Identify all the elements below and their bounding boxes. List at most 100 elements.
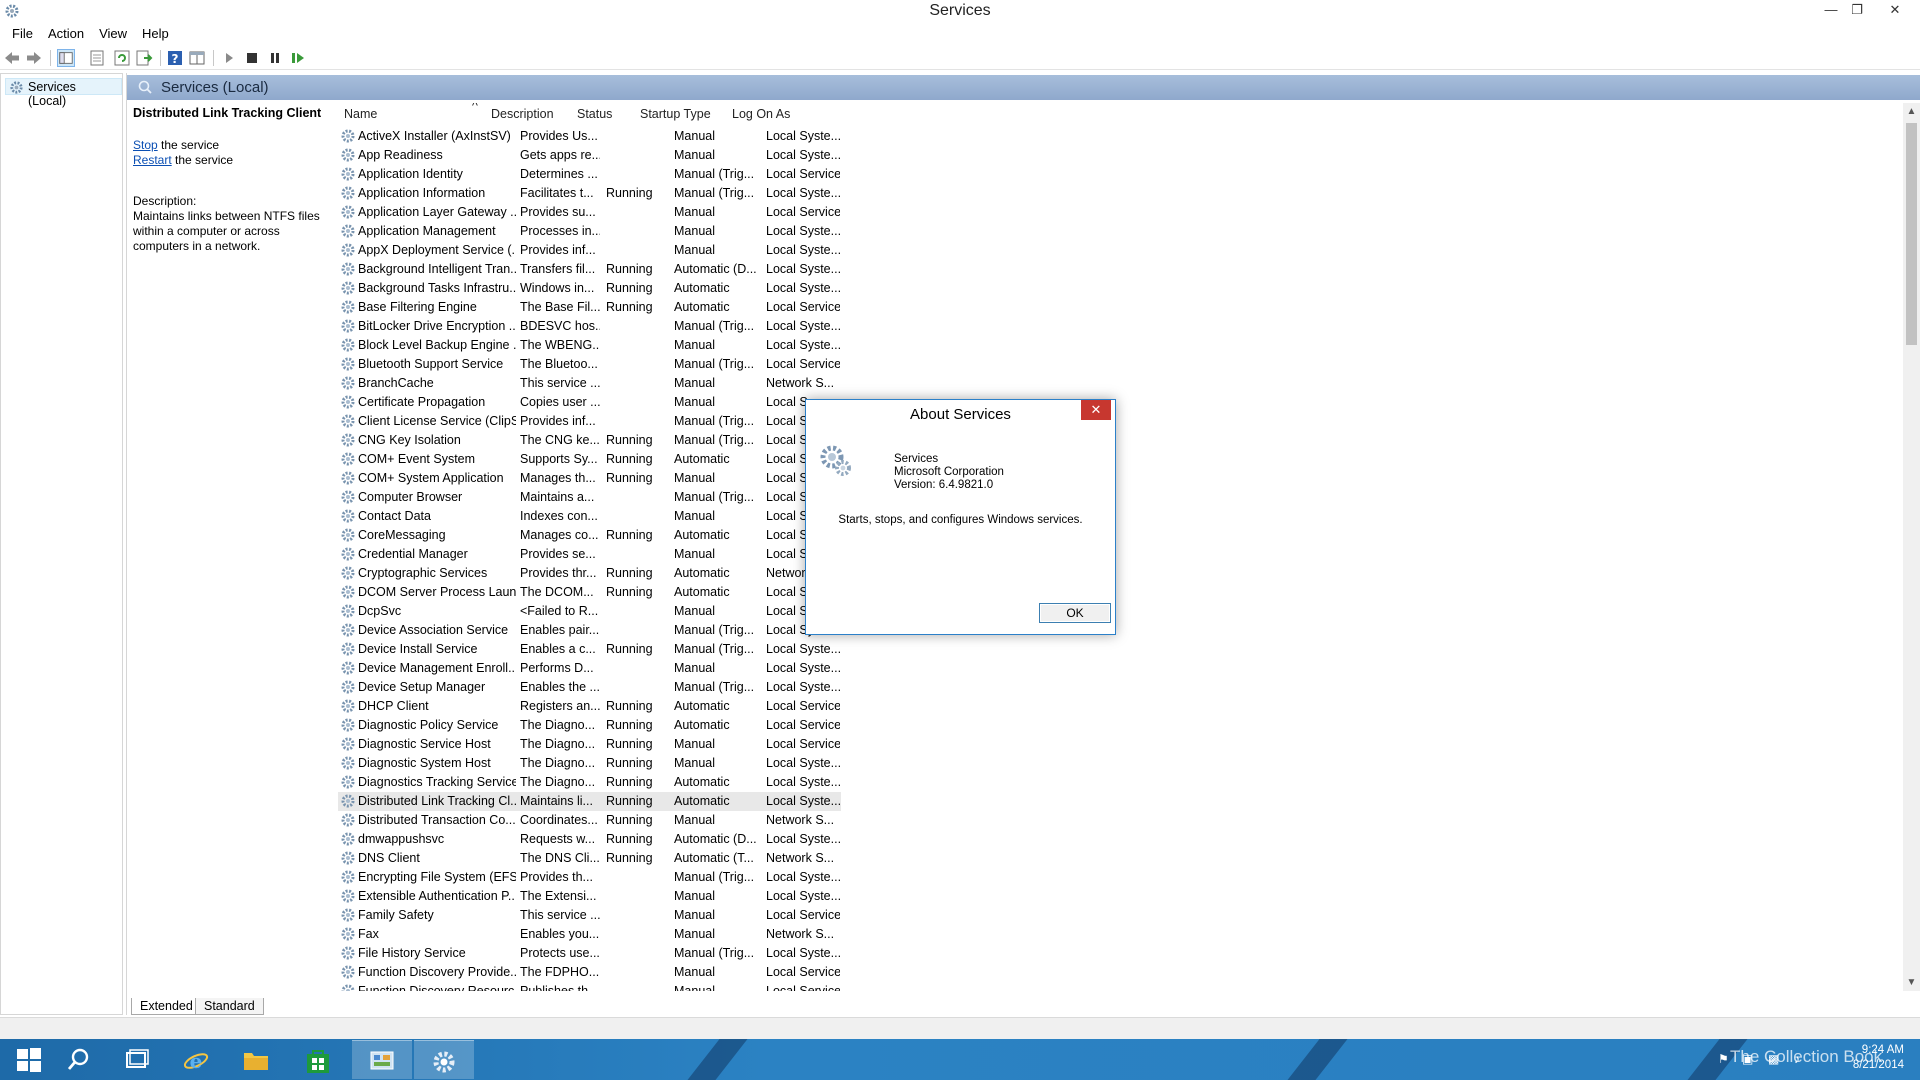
column-header-status[interactable]: Status (577, 107, 612, 121)
service-row[interactable]: DcpSvc <Failed to R... Manual Local Sy (338, 602, 841, 621)
menu-help[interactable]: Help (134, 24, 176, 41)
tab-extended[interactable]: Extended (131, 998, 202, 1015)
column-header-name[interactable]: Name (344, 107, 377, 121)
service-row[interactable]: Device Association Service Enables pair..… (338, 621, 841, 640)
service-row[interactable]: Device Management Enroll... Performs D...… (338, 659, 841, 678)
stop-service-link[interactable]: Stop (133, 138, 158, 152)
menu-view[interactable]: View (91, 24, 134, 41)
service-row[interactable]: App Readiness Gets apps re... Manual Local … (338, 146, 841, 165)
service-row[interactable]: Cryptographic Services Provides thr... Run… (338, 564, 841, 583)
service-row[interactable]: Diagnostic Service Host The Diagno... Runn… (338, 735, 841, 754)
service-name: Background Tasks Infrastru... (358, 281, 516, 295)
service-name: Function Discovery Provide... (358, 965, 516, 979)
service-row[interactable]: Certificate Propagation Copies user ... Ma… (338, 393, 841, 412)
show-hide-pane-icon[interactable] (188, 49, 206, 67)
service-row[interactable]: ActiveX Installer (AxInstSV) Provides Us.… (338, 127, 841, 146)
start-service-icon[interactable] (220, 49, 238, 67)
service-row[interactable]: Fax Enables you... Manual Network S... (338, 925, 841, 944)
column-header-description[interactable]: Description (491, 107, 554, 121)
service-row[interactable]: Distributed Transaction Co... Coordinates… (338, 811, 841, 830)
service-row[interactable]: COM+ System Application Manages th... Runn… (338, 469, 841, 488)
service-row[interactable]: Diagnostic System Host The Diagno... Runni… (338, 754, 841, 773)
service-row[interactable]: AppX Deployment Service (... Provides inf… (338, 241, 841, 260)
restart-service-icon[interactable] (289, 49, 307, 67)
service-row[interactable]: Device Setup Manager Enables the ... Manua… (338, 678, 841, 697)
column-header-startup-type[interactable]: Startup Type (640, 107, 711, 121)
scrollbar-thumb[interactable] (1906, 123, 1917, 345)
service-row[interactable]: Block Level Backup Engine ... The WBENG..… (338, 336, 841, 355)
taskbar-control-panel[interactable] (352, 1040, 412, 1079)
service-row[interactable]: Diagnostics Tracking Service The Diagno..… (338, 773, 841, 792)
task-view-button[interactable] (108, 1040, 168, 1079)
service-row[interactable]: DNS Client The DNS Cli... Running Automatic… (338, 849, 841, 868)
export-list-icon[interactable] (135, 49, 153, 67)
service-row[interactable]: Background Tasks Infrastru... Windows in.… (338, 279, 841, 298)
service-row[interactable]: Application Information Facilitates t... R… (338, 184, 841, 203)
vertical-scrollbar[interactable]: ▲ ▼ (1903, 103, 1920, 991)
service-row[interactable]: Family Safety This service ... Manual Local… (338, 906, 841, 925)
stop-service-icon[interactable] (243, 49, 261, 67)
ok-button[interactable]: OK (1039, 603, 1111, 623)
service-row[interactable]: DCOM Server Process Laun... The DCOM... Ru… (338, 583, 841, 602)
service-description: Enables you... (520, 927, 600, 941)
taskbar-search-button[interactable] (50, 1040, 110, 1079)
help-icon[interactable]: ? (166, 49, 184, 67)
service-row[interactable]: Base Filtering Engine The Base Fil... Runn… (338, 298, 841, 317)
service-row[interactable]: Contact Data Indexes con... Manual Local Sy (338, 507, 841, 526)
scroll-down-arrow-icon[interactable]: ▼ (1903, 974, 1920, 991)
service-row[interactable]: Distributed Link Tracking Cl... Maintains… (338, 792, 841, 811)
service-row[interactable]: Function Discovery Provide... The FDPHO..… (338, 963, 841, 982)
taskbar-services[interactable] (414, 1040, 474, 1079)
toolbar-separator (50, 50, 51, 66)
service-log-on-as: Local Syste... (766, 756, 840, 770)
back-arrow-icon[interactable] (3, 49, 21, 67)
restore-button[interactable]: ❐ (1844, 0, 1870, 20)
column-header-log-on-as[interactable]: Log On As (732, 107, 790, 121)
tree-node-services-local[interactable]: Services (Local) (5, 78, 122, 108)
service-row[interactable]: Credential Manager Provides se... Manual Lo… (338, 545, 841, 564)
tray-volume-icon[interactable]: ♪ (1794, 1052, 1800, 1066)
service-row[interactable]: Bluetooth Support Service The Bluetoo... M… (338, 355, 841, 374)
service-row[interactable]: Computer Browser Maintains a... Manual (Tr… (338, 488, 841, 507)
taskbar-store[interactable] (288, 1040, 348, 1079)
minimize-button[interactable]: — (1818, 0, 1844, 20)
tray-network-icon[interactable]: ▣ (1742, 1052, 1753, 1066)
service-row[interactable]: dmwappushsvc Requests w... Running Automati… (338, 830, 841, 849)
pause-service-icon[interactable] (266, 49, 284, 67)
service-row[interactable]: BitLocker Drive Encryption ... BDESVC hos… (338, 317, 841, 336)
service-row[interactable]: Function Discovery Resourc... Publishes t… (338, 982, 841, 991)
service-row[interactable]: BranchCache This service ... Manual Network… (338, 374, 841, 393)
restart-service-link[interactable]: Restart (133, 153, 172, 167)
close-window-button[interactable]: ✕ (1882, 0, 1908, 20)
service-row[interactable]: COM+ Event System Supports Sy... Running Au… (338, 450, 841, 469)
service-row[interactable]: File History Service Protects use... Manua… (338, 944, 841, 963)
forward-arrow-icon[interactable] (25, 49, 43, 67)
taskbar-internet-explorer[interactable]: e (166, 1040, 226, 1079)
service-row[interactable]: Application Management Processes in... Man… (338, 222, 841, 241)
tab-standard[interactable]: Standard (195, 998, 264, 1015)
scroll-up-arrow-icon[interactable]: ▲ (1903, 103, 1920, 120)
taskbar-clock[interactable]: 9:24 AM 8/21/2014 (1853, 1043, 1904, 1073)
service-row[interactable]: Application Identity Determines ... Manual… (338, 165, 841, 184)
dialog-close-button[interactable]: ✕ (1081, 400, 1111, 420)
menu-file[interactable]: File (0, 24, 40, 41)
service-row[interactable]: CNG Key Isolation The CNG ke... Running Man… (338, 431, 841, 450)
service-row[interactable]: CoreMessaging Manages co... Running Automat… (338, 526, 841, 545)
service-row[interactable]: Extensible Authentication P... The Extens… (338, 887, 841, 906)
service-row[interactable]: Background Intelligent Tran... Transfers … (338, 260, 841, 279)
tray-display-icon[interactable]: ▩ (1768, 1052, 1779, 1066)
service-row[interactable]: Diagnostic Policy Service The Diagno... Ru… (338, 716, 841, 735)
service-row[interactable]: Application Layer Gateway ... Provides su… (338, 203, 841, 222)
taskbar-file-explorer[interactable] (226, 1040, 286, 1079)
service-row[interactable]: Device Install Service Enables a c... Runn… (338, 640, 841, 659)
properties-sheet-icon[interactable] (88, 49, 106, 67)
console-tree-icon[interactable] (57, 49, 75, 67)
tray-flag-icon[interactable]: ⚑ (1718, 1052, 1729, 1066)
service-status: Running (606, 813, 653, 827)
service-row[interactable]: Client License Service (ClipS... Provides… (338, 412, 841, 431)
service-row[interactable]: DHCP Client Registers an... Running Automat… (338, 697, 841, 716)
service-row[interactable]: Encrypting File System (EFS) Provides th.… (338, 868, 841, 887)
menu-action[interactable]: Action (40, 24, 91, 41)
refresh-icon[interactable] (113, 49, 131, 67)
service-log-on-as: Local Syste... (766, 946, 840, 960)
